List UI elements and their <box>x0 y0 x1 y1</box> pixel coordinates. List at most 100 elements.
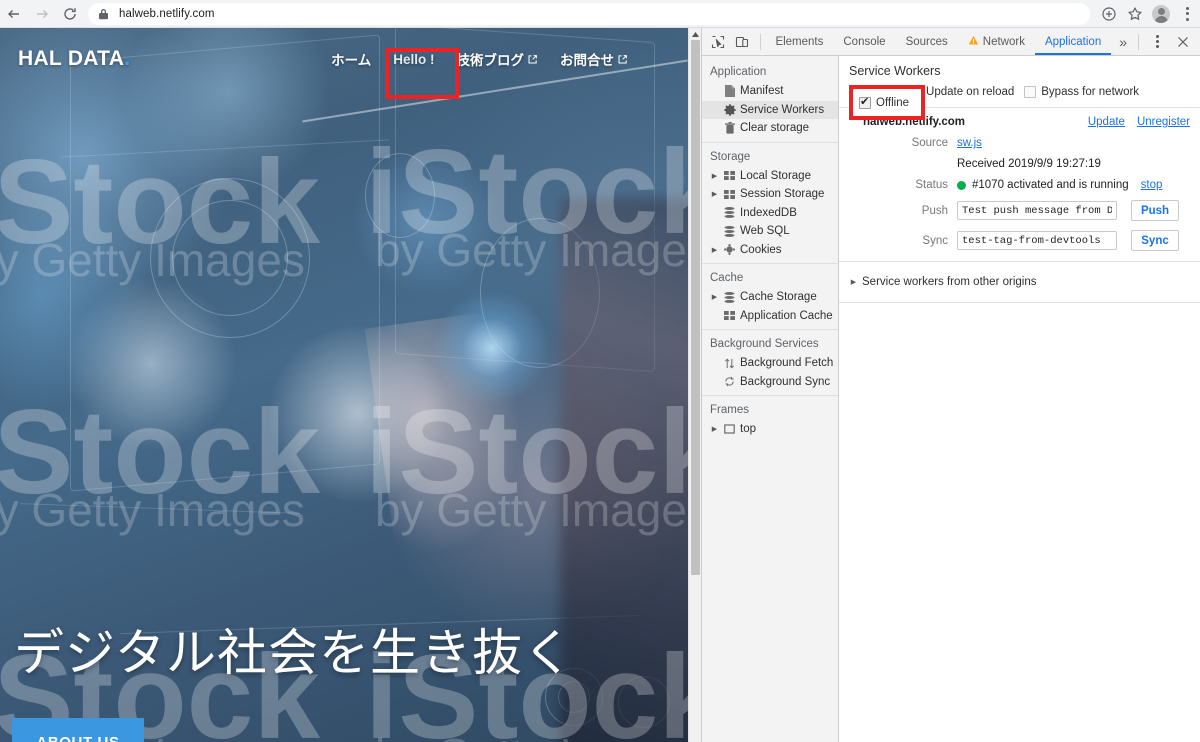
page-scrollbar[interactable] <box>688 28 701 742</box>
site-navigation: HAL DATA. ホーム Hello ! 技術ブログ お問合せ <box>0 28 688 90</box>
sidebar-item-indexeddb[interactable]: ▶ IndexedDB <box>702 204 838 223</box>
update-link[interactable]: Update <box>1088 116 1125 128</box>
sidebar-divider <box>702 263 838 264</box>
site-menu-item-hello[interactable]: Hello ! <box>393 52 434 67</box>
inspect-element-icon[interactable] <box>706 29 730 55</box>
unregister-link[interactable]: Unregister <box>1137 116 1190 128</box>
sidebar-item-service-workers[interactable]: ▶ Service Workers <box>702 100 838 119</box>
sidebar-item-session-storage[interactable]: ▶ Session Storage <box>702 185 838 204</box>
avatar[interactable] <box>1148 0 1174 28</box>
site-menu-item-contact[interactable]: お問合せ <box>560 49 628 69</box>
sidebar-item-label: top <box>740 423 756 436</box>
devtools-body: Application ▶ Manifest ▶ Service Workers <box>702 56 1200 742</box>
sidebar-item-cookies[interactable]: ▶ Cookies <box>702 241 838 260</box>
site-menu-item-tech-blog[interactable]: 技術ブログ <box>457 49 539 69</box>
device-toolbar-icon[interactable] <box>730 29 754 55</box>
received-row: Received 2019/9/9 19:27:19 <box>839 158 1200 170</box>
sidebar-item-local-storage[interactable]: ▶ Local Storage <box>702 167 838 186</box>
watermark-getty: by Getty Images <box>375 224 688 276</box>
site-menu-label: ホーム <box>331 53 372 68</box>
tab-label: Console <box>843 35 886 48</box>
sidebar-item-application-cache[interactable]: ▶ Application Cache <box>702 307 838 326</box>
watermark-getty: by Getty Images <box>0 234 305 286</box>
toolbar-divider <box>1138 33 1140 50</box>
tab-application[interactable]: Application <box>1035 28 1111 55</box>
warning-triangle-icon <box>968 35 979 49</box>
address-bar[interactable]: halweb.netlify.com <box>88 2 1090 25</box>
expand-triangle-icon[interactable]: ▶ <box>710 425 719 433</box>
tab-console[interactable]: Console <box>833 28 895 55</box>
tab-label: Application <box>1044 35 1102 48</box>
address-bar-url[interactable]: halweb.netlify.com <box>119 8 215 20</box>
site-menu-item-home[interactable]: ホーム <box>331 49 371 69</box>
tab-elements[interactable]: Elements <box>765 28 833 55</box>
sidebar-divider <box>702 141 838 143</box>
tab-sources[interactable]: Sources <box>896 28 958 55</box>
service-workers-pane: Service Workers Offline Update on reload… <box>839 56 1200 742</box>
avatar-icon <box>1152 4 1170 23</box>
sidebar-item-top-frame[interactable]: ▶ top <box>702 420 838 439</box>
service-worker-registration: halweb.netlify.com Update Unregister Sou… <box>839 108 1200 262</box>
install-app-icon[interactable] <box>1096 0 1122 28</box>
external-link-icon <box>527 54 538 65</box>
status-value-group: #1070 activated and is running stop <box>957 179 1162 191</box>
offline-checkbox-highlighted[interactable] <box>859 95 871 109</box>
close-icon[interactable] <box>1170 29 1196 55</box>
hud-ring <box>150 178 310 338</box>
sync-input[interactable] <box>957 231 1117 250</box>
kebab-menu-icon[interactable] <box>1144 29 1170 55</box>
sync-button[interactable]: Sync <box>1131 230 1179 251</box>
sidebar-item-clear-storage[interactable]: ▶ Clear storage <box>702 119 838 138</box>
scrollbar-thumb[interactable] <box>691 40 700 575</box>
back-button[interactable] <box>0 0 28 28</box>
three-dot-menu-icon[interactable] <box>1174 0 1200 28</box>
push-controls: Push <box>957 200 1179 221</box>
bypass-for-network-checkbox[interactable] <box>1024 86 1037 98</box>
hud-panel <box>70 34 380 492</box>
bypass-for-network-checkbox-row[interactable]: Bypass for network <box>1024 86 1139 98</box>
database-icon <box>723 207 736 219</box>
site-menu-label: 技術ブログ <box>456 53 525 68</box>
about-us-button[interactable]: ABOUT US <box>12 718 144 742</box>
tab-label: Elements <box>775 35 824 48</box>
sidebar-item-web-sql[interactable]: ▶ Web SQL <box>702 222 838 241</box>
sidebar-item-cache-storage[interactable]: ▶ Cache Storage <box>702 288 838 307</box>
scrollbar-up-arrow-icon[interactable] <box>689 28 701 40</box>
expand-triangle-icon[interactable]: ▶ <box>710 190 719 198</box>
sidebar-item-manifest[interactable]: ▶ Manifest <box>702 82 838 101</box>
expand-triangle-icon[interactable]: ▶ <box>710 293 719 301</box>
sync-row: Sync Sync <box>839 230 1200 251</box>
tab-label: Sources <box>905 35 948 48</box>
offline-checkbox-row-highlighted[interactable]: Offline <box>853 89 921 116</box>
chevron-double-right-icon[interactable]: » <box>1113 34 1133 50</box>
other-origins-section[interactable]: ▶ Service workers from other origins <box>839 262 1200 303</box>
push-input[interactable] <box>957 201 1117 220</box>
stop-link[interactable]: stop <box>1141 179 1163 191</box>
source-value: sw.js <box>957 137 982 149</box>
star-icon[interactable] <box>1122 0 1148 28</box>
sidebar-item-background-sync[interactable]: ▶ Background Sync <box>702 373 838 392</box>
sidebar-item-label: Background Fetch <box>740 357 834 370</box>
expand-triangle-icon[interactable]: ▶ <box>710 172 719 180</box>
tab-network[interactable]: Network <box>958 28 1035 55</box>
site-logo[interactable]: HAL DATA. <box>18 47 130 71</box>
sync-refresh-icon <box>723 376 736 387</box>
reload-button[interactable] <box>56 0 84 28</box>
hand-silhouette <box>364 309 536 557</box>
sidebar-item-label: Cache Storage <box>740 291 817 304</box>
touch-glow <box>432 288 552 408</box>
status-indicator-dot <box>957 180 966 190</box>
push-button[interactable]: Push <box>1131 200 1179 221</box>
source-file-link[interactable]: sw.js <box>957 137 982 149</box>
forward-button[interactable] <box>28 0 56 28</box>
service-workers-heading: Service Workers <box>849 64 941 78</box>
expand-triangle-icon[interactable]: ▶ <box>710 246 719 254</box>
hud-ring <box>365 153 435 238</box>
table-icon <box>723 171 736 181</box>
sidebar-group-application: Application <box>710 66 767 78</box>
push-label: Push <box>921 204 948 217</box>
devtools-panel: Elements Console Sources Network Applica… <box>701 28 1200 742</box>
expand-triangle-icon[interactable]: ▶ <box>849 278 858 286</box>
cookie-icon <box>723 244 736 256</box>
sidebar-item-background-fetch[interactable]: ▶ Background Fetch <box>702 354 838 373</box>
